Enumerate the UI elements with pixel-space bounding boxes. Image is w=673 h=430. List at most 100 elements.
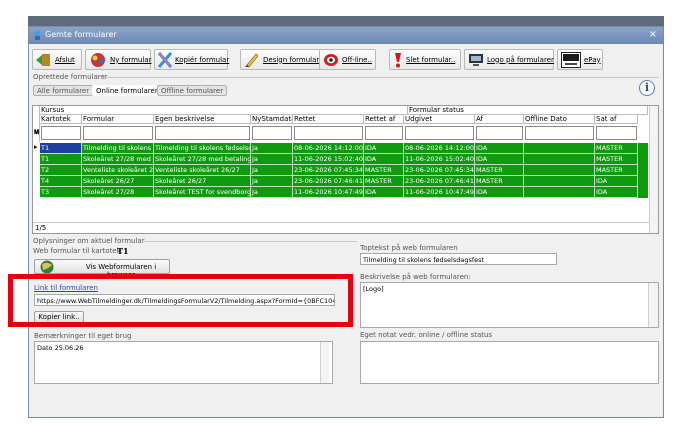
design-pencil-icon [245, 53, 259, 67]
row-indicator-icon: ▸ [34, 143, 38, 151]
copy-form-button[interactable]: Kopiér formular [154, 49, 229, 70]
column-header[interactable]: Egen beskrivelse [154, 115, 251, 124]
table-cell: Tilmelding til skolens fødselsdag [154, 143, 251, 154]
column-filter-input[interactable] [83, 126, 153, 140]
table-cell: IDA [364, 187, 404, 198]
table-cell: 08-06-2026 14:12:00 [293, 143, 364, 154]
tab-offline-formularer[interactable]: Offline formularer [157, 85, 228, 96]
column-header[interactable]: Rettet [293, 115, 364, 124]
table-vertical-scrollbar[interactable] [649, 106, 658, 233]
table-cell: T1 [40, 143, 82, 154]
kartotek-value: T1 [117, 246, 129, 256]
beskrivelse-field[interactable]: [Logo] [360, 282, 659, 328]
table-cell: Ja [251, 176, 293, 187]
epay-button[interactable]: ePay [557, 49, 603, 70]
table-cell: Ja [251, 187, 293, 198]
table-cell: T2 [40, 165, 82, 176]
kartotek-label: Web formular til kartotek: [33, 247, 124, 255]
table-cell: MASTER [475, 165, 524, 176]
column-header[interactable]: Af [475, 115, 524, 124]
table-cell: Venteliste skoleåret 26/27 [154, 165, 251, 176]
section-divider [101, 77, 659, 78]
column-header[interactable]: Formular [82, 115, 154, 124]
tab-online-formularer[interactable]: Online formularer [92, 85, 162, 96]
table-cell: Skoleåret 26/27 [154, 176, 251, 187]
table-row[interactable]: T4 Skoleåret 26/27 Skoleåret 26/27 Ja 23-06-… [40, 176, 648, 187]
globe-icon [40, 260, 54, 274]
table-row[interactable]: T1 Tilmelding til skolens fø Tilmelding ti… [40, 143, 648, 154]
notat-field[interactable] [360, 341, 659, 384]
beskrivelse-scrollbar[interactable] [648, 283, 658, 327]
design-form-label: Design formular.. [263, 55, 324, 64]
column-header[interactable]: Rettet af [364, 115, 404, 124]
monitor-logo-icon [469, 53, 483, 66]
table-cell: MASTER [595, 143, 638, 154]
column-header[interactable]: Sat af [595, 115, 638, 124]
column-header[interactable]: NyStamdata [251, 115, 293, 124]
filter-row-icon: 𝐌 [34, 129, 40, 136]
column-filter-input[interactable] [294, 126, 363, 140]
table-cell: IDA [595, 176, 638, 187]
app-icon [34, 30, 41, 40]
notat-label: Eget notat vedr. online / offline status [360, 331, 493, 339]
forms-table: Kursus Formular status 𝐌 Kartotek Formula… [32, 105, 659, 234]
window-title: Gemte formularer [45, 30, 117, 39]
new-form-button[interactable]: Ny formular [85, 49, 151, 70]
close-icon[interactable]: × [649, 29, 657, 40]
column-header[interactable]: Offline Dato [524, 115, 595, 124]
column-filter-input[interactable] [41, 126, 81, 140]
table-cell: 11-06-2026 10:47:49 [404, 187, 475, 198]
offline-label: Off-line.. [342, 55, 372, 64]
table-cell: MASTER [475, 176, 524, 187]
column-filter-input[interactable] [525, 126, 594, 140]
table-cell: 23-06-2026 07:46:41 [293, 176, 364, 187]
group-header-kursus: Kursus [33, 106, 408, 115]
oprettede-section-label: Oprettede formularer [33, 73, 108, 81]
column-filter-input[interactable] [252, 126, 292, 140]
bemaerkninger-scrollbar[interactable] [320, 342, 329, 383]
table-row[interactable]: T2 Venteliste skoleåret 26 Venteliste skol… [40, 165, 648, 176]
logo-button-label: Logo på formularer [487, 55, 554, 64]
table-cell [524, 176, 595, 187]
column-filter-input[interactable] [365, 126, 403, 140]
design-form-button[interactable]: Design formular.. [240, 49, 324, 70]
tab-alle-formularer[interactable]: Alle formularer [33, 85, 94, 96]
bemaerkninger-field[interactable]: Dato 25.06.26 [34, 341, 333, 384]
table-row[interactable]: T3 Skoleåret 27/28 Skoleåret TEST for sven… [40, 187, 648, 198]
delete-form-button[interactable]: Slet formular.. [389, 49, 461, 70]
column-filter-input[interactable] [476, 126, 523, 140]
column-header[interactable]: Kartotek [40, 115, 82, 124]
table-cell [524, 154, 595, 165]
background-window-strip [28, 16, 664, 26]
table-cell: IDA [475, 154, 524, 165]
table-cell: Skoleåret TEST for svendborg [154, 187, 251, 198]
column-filter-input[interactable] [405, 126, 474, 140]
table-cell: 11-06-2026 10:47:49 [293, 187, 364, 198]
exit-button[interactable]: Afslut [32, 49, 82, 70]
offline-button[interactable]: Off-line.. [319, 49, 376, 70]
table-cell: 23-06-2026 07:46:41 [404, 176, 475, 187]
toptekst-field[interactable]: Tilmelding til skolens fødselsdagsfest [360, 253, 557, 265]
exit-button-label: Afslut [55, 55, 75, 64]
table-cell: T1 [40, 154, 82, 165]
table-cell: 08-06-2026 14:12:00 [404, 143, 475, 154]
saved-forms-window: Gemte formularer × Afslut Ny formular Ko… [28, 26, 664, 418]
table-cell: IDA [364, 143, 404, 154]
column-filter-input[interactable] [155, 126, 250, 140]
show-in-browser-button[interactable]: Vis Webformularen i browser [34, 259, 170, 279]
info-icon[interactable]: i [639, 80, 655, 96]
highlight-box [8, 274, 353, 327]
table-cell: Tilmelding til skolens fø [82, 143, 154, 154]
record-count: 1/5 [35, 224, 47, 232]
column-header[interactable]: Udgivet [404, 115, 475, 124]
epay-label: ePay [584, 55, 601, 64]
table-cell: MASTER [364, 176, 404, 187]
table-cell: MASTER [595, 165, 638, 176]
column-filter-input[interactable] [596, 126, 637, 140]
offline-icon [324, 53, 338, 66]
table-cell [524, 165, 595, 176]
logo-button[interactable]: Logo på formularer [464, 49, 554, 70]
table-row[interactable]: T1 Skoleåret 27/28 med b Skoleåret 27/28 m… [40, 154, 648, 165]
new-form-icon [91, 52, 105, 67]
table-cell: 11-06-2026 15:02:40 [404, 154, 475, 165]
